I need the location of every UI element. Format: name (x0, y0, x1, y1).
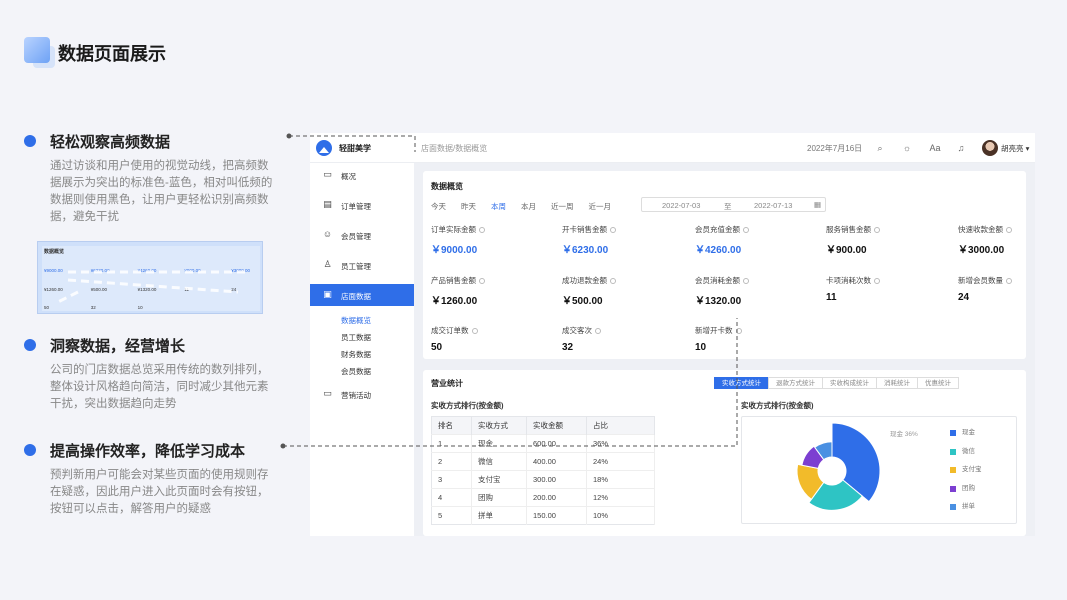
connector-lines (280, 133, 738, 449)
